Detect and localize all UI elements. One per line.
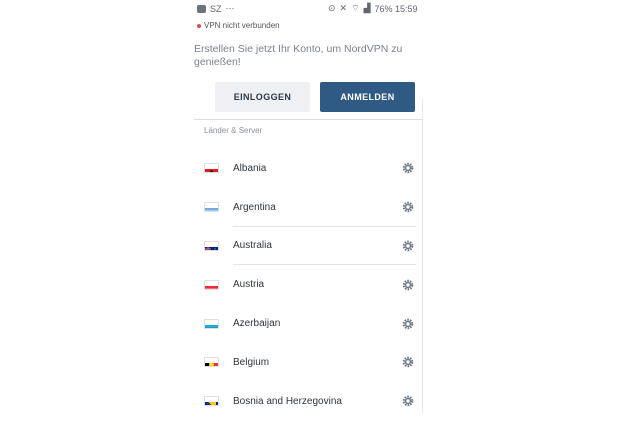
account-promo-text: Erstellen Sie jetzt Ihr Konto, um NordVP… [194, 43, 403, 68]
australia-flag-icon [204, 240, 219, 251]
vpn-connection-status-text: VPN nicht verbunden [204, 21, 280, 30]
country-name: Albania [233, 162, 267, 174]
settings-gear-icon[interactable] [402, 279, 414, 291]
austria-flag-icon [204, 279, 219, 290]
message-notification-icon [197, 4, 206, 13]
login-button[interactable]: EINLOGGEN [215, 82, 310, 112]
wifi-icon: ⌔ [351, 3, 360, 13]
bosnia-flag-icon [204, 396, 219, 407]
more-notifications-icon: ⋯ [225, 3, 235, 13]
country-item-azerbaijan[interactable]: Azerbaijan [194, 304, 422, 343]
settings-gear-icon[interactable] [402, 356, 414, 368]
settings-gear-icon[interactable] [402, 240, 414, 252]
signal-icon: ▟ [363, 3, 371, 13]
battery-and-time: 76% 15:59 [374, 3, 418, 14]
settings-gear-icon[interactable] [402, 201, 414, 213]
disconnected-dot-icon [197, 23, 201, 28]
azerbaijan-flag-icon [204, 318, 219, 329]
country-list: Albania Argentina Australia Austria Azer… [194, 149, 422, 421]
mute-icon: ✕ [339, 3, 348, 13]
country-item-albania[interactable]: Albania [194, 149, 422, 188]
settings-gear-icon[interactable] [402, 318, 414, 330]
country-name: Australia [233, 240, 272, 252]
country-item-austria[interactable]: Austria [194, 265, 422, 304]
country-name: Azerbaijan [233, 318, 281, 330]
sync-icon: ⊙ [328, 3, 336, 13]
settings-gear-icon[interactable] [402, 395, 414, 407]
albania-flag-icon [204, 163, 219, 174]
country-name: Argentina [233, 201, 276, 213]
country-name: Austria [233, 279, 265, 291]
belgium-flag-icon [204, 357, 219, 368]
settings-gear-icon[interactable] [402, 162, 414, 174]
country-name: Belgium [233, 356, 270, 368]
vpn-connection-status: VPN nicht verbunden [197, 21, 280, 30]
countries-servers-title: Länder & Server [204, 126, 263, 135]
signup-button[interactable]: ANMELDEN [320, 82, 415, 112]
status-bar: SZ ⋯ ⊙ ✕ ⌔ ▟ 76% 15:59 [0, 0, 621, 18]
country-item-argentina[interactable]: Argentina [194, 188, 422, 227]
country-item-belgium[interactable]: Belgium [194, 343, 422, 382]
status-left: SZ ⋯ [197, 3, 235, 14]
country-item-australia[interactable]: Australia [194, 227, 422, 266]
country-item-bosnia-and-herzegovina[interactable]: Bosnia and Herzegovina [194, 382, 422, 421]
status-right: ⊙ ✕ ⌔ ▟ 76% 15:59 [328, 3, 418, 14]
panel-border [422, 98, 423, 414]
panel-divider [194, 119, 422, 120]
country-name: Bosnia and Herzegovina [233, 395, 342, 407]
argentina-flag-icon [204, 202, 219, 213]
status-left-text: SZ [210, 3, 222, 14]
